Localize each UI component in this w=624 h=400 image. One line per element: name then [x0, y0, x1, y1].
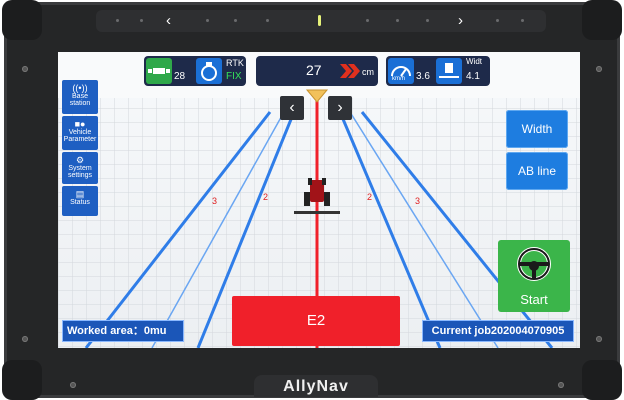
screw-icon [596, 66, 602, 72]
gear-icon: ⚙ [75, 155, 85, 165]
line-label: 2 [367, 192, 373, 202]
screw-icon [558, 382, 564, 388]
deviation-direction-icon [340, 64, 360, 78]
line-label: 3 [415, 196, 421, 206]
sidebar-item-vehicle-parameter[interactable]: ■● Vehicle Parameter [62, 116, 98, 150]
hardware-top-bar: ‹ › [96, 10, 546, 32]
worked-area-label: Worked area：0mu [62, 320, 184, 342]
corner-bumper [2, 360, 42, 400]
navigation-screen: 3 2 2 3 ‹ › 28 RTK FIX 27 cm km/h 3.6 Wi… [58, 52, 580, 348]
start-autosteer-button[interactable]: Start [498, 240, 570, 312]
speed-value: 3.6 [416, 71, 430, 82]
tractor-icon: ■● [74, 119, 86, 129]
start-label: Start [520, 292, 548, 307]
corner-bumper [582, 0, 622, 40]
line-label: 2 [263, 192, 269, 202]
speed-width-panel: km/h 3.6 Widt 4.1 [386, 56, 490, 86]
satellite-count: 28 [174, 71, 186, 82]
corner-bumper [582, 360, 622, 400]
corner-bumper [2, 0, 42, 40]
rtk-label: RTK [226, 58, 244, 68]
hardware-back-icon[interactable]: ‹ [166, 11, 171, 31]
screw-icon [22, 336, 28, 342]
sidebar-item-label: System settings [67, 165, 93, 179]
line-label: 3 [212, 196, 218, 206]
sidebar-item-system-settings[interactable]: ⚙ System settings [62, 152, 98, 184]
steering-wheel-icon [517, 247, 551, 281]
gnss-status-panel: 28 RTK FIX [144, 56, 246, 86]
width-value: 4.1 [466, 71, 480, 82]
implement-width-icon [436, 58, 462, 84]
sidebar-item-label: Base station [69, 93, 91, 107]
shift-line-right-button[interactable]: › [328, 96, 352, 120]
antenna-icon: ((•)) [72, 83, 88, 93]
shift-line-left-button[interactable]: ‹ [280, 96, 304, 120]
sidebar-item-status[interactable]: ▤ Status [62, 186, 98, 216]
screw-icon [70, 382, 76, 388]
sidebar-item-base-station[interactable]: ((•)) Base station [62, 80, 98, 114]
rtk-icon [196, 58, 222, 84]
current-job-label: Current job202004070905 [422, 320, 574, 342]
hardware-forward-icon[interactable]: › [458, 11, 463, 31]
width-button[interactable]: Width [506, 110, 568, 148]
deviation-unit: cm [362, 67, 374, 77]
deviation-panel: 27 cm [256, 56, 378, 86]
brand-logo: AllyNav [254, 375, 378, 397]
rtk-status: FIX [226, 71, 242, 82]
sidebar-item-label: Status [70, 199, 90, 206]
width-label: Widt [466, 57, 482, 66]
power-led-icon [318, 15, 321, 26]
deviation-value: 27 [306, 62, 322, 78]
screw-icon [596, 336, 602, 342]
current-line-indicator[interactable]: E2 [232, 296, 400, 346]
satellite-icon [146, 58, 172, 84]
ab-line-button[interactable]: AB line [506, 152, 568, 190]
speed-unit: km/h [392, 76, 406, 82]
screw-icon [22, 66, 28, 72]
sidebar-item-label: Vehicle Parameter [63, 129, 97, 143]
status-icon: ▤ [75, 189, 85, 199]
